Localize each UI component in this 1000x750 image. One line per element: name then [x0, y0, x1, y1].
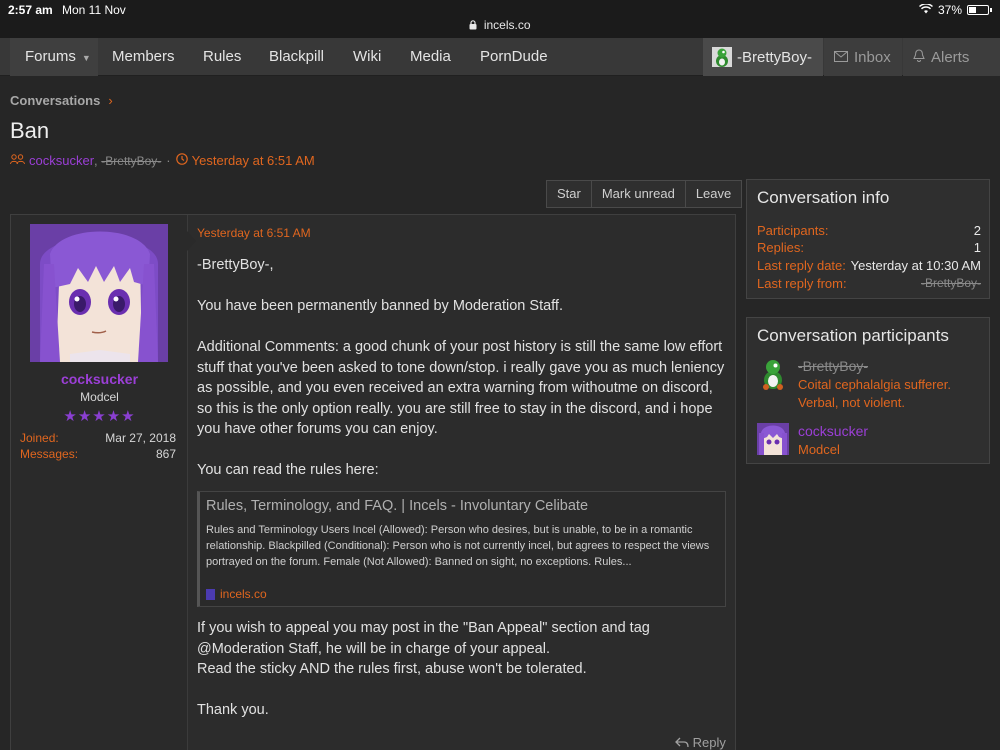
participant-name[interactable]: cocksucker: [798, 423, 868, 439]
mark-unread-button[interactable]: Mark unread: [592, 181, 686, 207]
breadcrumb[interactable]: Conversations ›: [10, 93, 113, 108]
message-paragraph: Additional Comments: a good chunk of you…: [197, 339, 725, 437]
participant-link[interactable]: cocksucker: [29, 153, 94, 168]
joined-label: Joined:: [20, 431, 59, 445]
participant-name[interactable]: -BrettyBoy-: [798, 358, 868, 374]
unfurl-title[interactable]: Rules, Terminology, and FAQ. | Incels - …: [206, 498, 588, 514]
message-paragraph: Thank you.: [197, 702, 269, 718]
message-body-continued: If you wish to appeal you may post in th…: [197, 618, 727, 741]
message-arrow: [187, 231, 196, 251]
nav-tab-label: Forums: [25, 48, 76, 65]
leave-button[interactable]: Leave: [686, 181, 741, 207]
messages-label: Messages:: [20, 447, 79, 461]
account-menu[interactable]: -BrettyBoy-: [703, 38, 823, 76]
author-username[interactable]: cocksucker: [11, 371, 188, 387]
clock-icon: [175, 153, 188, 168]
star-button[interactable]: Star: [547, 181, 592, 207]
nav-tab-porndude[interactable]: PornDude: [470, 38, 558, 76]
account-username: -BrettyBoy-: [737, 48, 813, 66]
message-paragraph: -BrettyBoy-,: [197, 257, 274, 273]
info-participants: Participants: 2: [757, 223, 981, 238]
page-title: Ban: [10, 118, 50, 143]
reply-label: Reply: [692, 735, 726, 750]
conversation-meta: cocksucker, -BrettyBoy- · Yesterday at 6…: [10, 153, 315, 168]
breadcrumb-conversations[interactable]: Conversations: [10, 93, 100, 108]
message-paragraph: If you wish to appeal you may post in th…: [197, 620, 650, 677]
nav-tab-forums[interactable]: Forums ▼: [10, 38, 98, 76]
author-rank-stars: ★★★★★: [63, 408, 136, 425]
info-last-reply-date: Last reply date: Yesterday at 10:30 AM: [757, 258, 981, 273]
unfurl-site[interactable]: incels.co: [206, 587, 267, 601]
alerts-label: Alerts: [931, 48, 970, 66]
info-last-reply-from: Last reply from: -BrettyBoy-: [757, 276, 981, 291]
link-unfurl[interactable]: Rules, Terminology, and FAQ. | Incels - …: [197, 491, 726, 607]
nav-tab-wiki[interactable]: Wiki: [343, 38, 391, 76]
url-text: incels.co: [483, 18, 531, 32]
nav-tab-blackpill[interactable]: Blackpill: [259, 38, 334, 76]
chevron-right-icon: ›: [108, 93, 113, 108]
url-bar[interactable]: incels.co: [0, 18, 1000, 32]
envelope-icon: [834, 50, 848, 65]
battery-icon: [967, 5, 989, 15]
participant-title: Modcel: [798, 442, 840, 457]
status-right: 37%: [918, 3, 992, 17]
user-avatar: [712, 47, 732, 67]
bell-icon: [913, 49, 925, 65]
inbox-button[interactable]: Inbox: [824, 38, 902, 76]
message-date[interactable]: Yesterday at 6:51 AM: [197, 226, 311, 240]
participant-avatar[interactable]: [757, 423, 789, 455]
nav-tab-rules[interactable]: Rules: [193, 38, 251, 76]
status-bar: 2:57 am Mon 11 Nov 37% incels.co: [0, 0, 1000, 38]
conversation-actions: Star Mark unread Leave: [546, 180, 743, 208]
participant-avatar[interactable]: [757, 358, 789, 390]
info-replies: Replies: 1: [757, 240, 981, 255]
battery-percent: 37%: [937, 3, 962, 17]
lock-icon: [469, 18, 483, 32]
users-icon: [10, 153, 25, 168]
message-paragraph: You have been permanently banned by Mode…: [197, 298, 563, 314]
participant-title: Coital cephalalgia sufferer.: [798, 377, 951, 392]
wifi-icon: [918, 3, 933, 17]
message-body: -BrettyBoy-, You have been permanently b…: [197, 255, 727, 501]
message: cocksucker Modcel ★★★★★ Joined: Mar 27, …: [10, 214, 736, 750]
inbox-label: Inbox: [854, 48, 891, 66]
participant-title: Verbal, not violent.: [798, 395, 905, 410]
message-paragraph: You can read the rules here:: [197, 462, 379, 478]
joined-value: Mar 27, 2018: [105, 431, 176, 445]
status-time: 2:57 am: [8, 3, 53, 17]
site-favicon-icon: [206, 588, 215, 600]
chevron-down-icon: ▼: [81, 53, 91, 63]
conversation-participants-box: Conversation participants -BrettyBoy- Co…: [746, 317, 990, 464]
conversation-info-title: Conversation info: [757, 188, 890, 207]
author-avatar[interactable]: [30, 224, 168, 362]
nav-tab-media[interactable]: Media: [400, 38, 461, 76]
reply-button[interactable]: Reply: [675, 735, 726, 750]
unfurl-site-label: incels.co: [220, 587, 267, 601]
participants-title: Conversation participants: [757, 326, 949, 345]
author-title: Modcel: [80, 390, 119, 404]
participant-link[interactable]: -BrettyBoy-: [101, 154, 161, 168]
main-navigation: Forums ▼ Members Rules Blackpill Wiki Med…: [0, 38, 1000, 76]
conversation-info-box: Conversation info Participants: 2 Replies…: [746, 179, 990, 299]
unfurl-description: Rules and Terminology Users Incel (Allow…: [206, 524, 710, 568]
message-user-cell: cocksucker Modcel ★★★★★ Joined: Mar 27, …: [11, 215, 188, 750]
last-reply-user-link[interactable]: -BrettyBoy-: [921, 276, 981, 290]
conversation-date[interactable]: Yesterday at 6:51 AM: [192, 153, 315, 168]
reply-icon: [675, 735, 693, 750]
nav-tab-members[interactable]: Members: [102, 38, 185, 76]
status-date: Mon 11 Nov: [62, 3, 126, 17]
messages-value[interactable]: 867: [156, 447, 176, 461]
alerts-button[interactable]: Alerts: [903, 38, 1000, 76]
